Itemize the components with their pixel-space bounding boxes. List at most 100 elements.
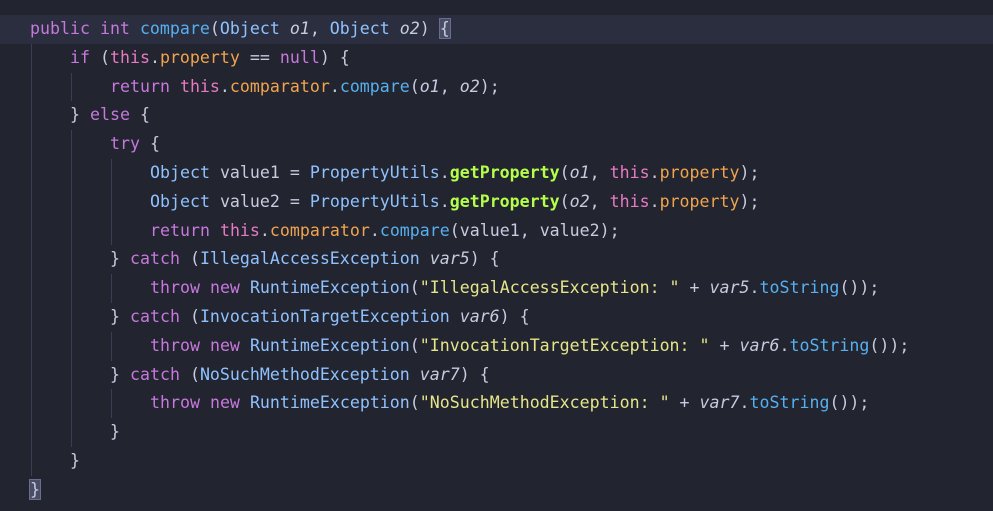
code-token: . [779, 335, 790, 355]
code-token: + [669, 393, 700, 413]
code-token: } [70, 105, 80, 125]
code-line[interactable]: throw new RuntimeException("IllegalAcces… [0, 274, 993, 303]
code-line[interactable]: public int compare(Object o1, Object o2)… [0, 15, 993, 44]
code-line[interactable]: } else { [0, 101, 993, 130]
code-token: var5 [709, 278, 750, 298]
code-token: getProperty [449, 191, 560, 211]
code-line[interactable]: return this.comparator.compare(o1, o2); [0, 73, 993, 102]
code-token: catch [130, 364, 180, 384]
code-line[interactable]: throw new RuntimeException("NoSuchMethod… [0, 389, 993, 418]
code-token: Object [329, 19, 390, 38]
code-token: compare [139, 19, 210, 38]
code-token: PropertyUtils [309, 163, 440, 182]
code-token: catch [130, 249, 180, 269]
code-token: ( [409, 335, 420, 355]
code-token: var7 [419, 364, 460, 384]
code-token: ( [89, 47, 110, 67]
code-token: catch [130, 307, 180, 326]
code-token: ( [409, 278, 420, 298]
code-line[interactable]: } [0, 418, 993, 447]
code-token: ( [209, 19, 220, 38]
code-token: property [659, 191, 740, 211]
code-line[interactable]: } catch (NoSuchMethodException var7) { [0, 361, 993, 390]
code-token: o2 [399, 19, 420, 38]
code-token: ); [739, 163, 760, 182]
code-editor[interactable]: public int compare(Object o1, Object o2)… [0, 0, 993, 511]
code-line[interactable]: if (this.property == null) { [0, 44, 993, 73]
code-token: property [659, 163, 740, 182]
code-token: Object [150, 163, 210, 182]
code-token: + [709, 335, 740, 355]
code-token: ) { [499, 307, 530, 326]
code-line[interactable]: } [0, 447, 993, 476]
code-token: value1, value2 [459, 220, 600, 240]
code-line[interactable]: try { [0, 130, 993, 159]
code-line[interactable]: } catch (IllegalAccessException var5) { [0, 245, 993, 274]
code-line[interactable]: return this.comparator.compare(value1, v… [0, 217, 993, 246]
code-token: , [439, 76, 460, 96]
code-token: var6 [739, 335, 780, 355]
code-token: throw [150, 335, 200, 355]
code-token: ( [179, 307, 200, 326]
code-token: PropertyUtils [309, 191, 440, 211]
code-token: var5 [429, 249, 470, 269]
code-token: { [129, 105, 150, 125]
code-token: . [329, 76, 340, 96]
code-token: null [279, 47, 320, 67]
code-token: o1 [419, 76, 440, 96]
code-token: ); [479, 76, 500, 96]
code-token: == [239, 47, 280, 67]
code-token: getProperty [449, 163, 560, 182]
code-token: , [309, 19, 330, 38]
code-token: , [589, 191, 610, 211]
code-token: toString [759, 278, 840, 298]
code-token: ) { [319, 47, 350, 67]
code-token: . [219, 76, 230, 96]
code-token: Object [219, 19, 280, 38]
code-line[interactable]: throw new RuntimeException("InvocationTa… [0, 332, 993, 361]
code-token: comparator [229, 76, 330, 96]
code-token: try [110, 134, 140, 154]
code-line[interactable]: } catch (InvocationTargetException var6)… [0, 303, 993, 332]
code-token: new [209, 278, 240, 298]
code-token: { [438, 18, 451, 39]
code-token: IllegalAccessException [199, 249, 420, 269]
code-line[interactable]: Object value2 = PropertyUtils.getPropert… [0, 188, 993, 217]
code-token: ( [409, 76, 420, 96]
code-token: . [749, 278, 760, 298]
code-token: ()); [869, 335, 910, 355]
code-token: var7 [699, 393, 740, 413]
code-token: this [609, 191, 650, 211]
code-token: . [649, 163, 660, 182]
code-token: var6 [459, 307, 500, 326]
code-token: value2 = [209, 191, 310, 211]
code-line[interactable]: Object value1 = PropertyUtils. getPropert… [0, 159, 993, 188]
code-token: NoSuchMethodException [199, 364, 410, 384]
code-token: ()); [829, 393, 870, 413]
code-token: new [209, 335, 240, 355]
code-token: this [609, 163, 650, 182]
code-token: throw [150, 278, 200, 298]
code-token: value1 = [209, 163, 310, 182]
code-token: RuntimeException [249, 393, 410, 413]
code-token: comparator [269, 220, 370, 240]
code-line[interactable]: } [0, 476, 993, 505]
code-token: ) { [459, 364, 490, 384]
code-token: ( [179, 249, 200, 269]
